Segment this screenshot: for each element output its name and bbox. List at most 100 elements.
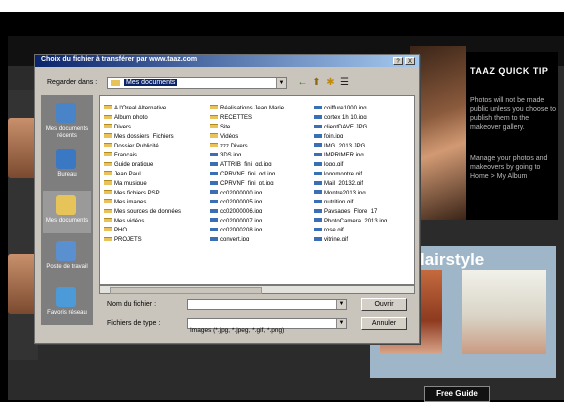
file-item[interactable]: CPRVNF_fini_gd.jpg: [210, 166, 314, 176]
file-item[interactable]: IMPRIMER.jpg: [314, 147, 418, 157]
place-network[interactable]: Favoris réseau: [43, 283, 91, 325]
file-name: convert.jpg: [220, 237, 250, 241]
file-item[interactable]: foin.jpg: [314, 128, 418, 138]
lookin-label: Regarder dans :: [47, 79, 98, 86]
dialog-title: Choix du fichier à transférer par www.ta…: [41, 56, 198, 63]
desktop-icon: [56, 149, 76, 169]
file-item[interactable]: zzz Divers: [210, 138, 314, 147]
file-item[interactable]: cc02000007.jpg: [210, 213, 314, 223]
file-item[interactable]: ATTRIB_fini_gd.jpg: [210, 156, 314, 166]
chevron-down-icon[interactable]: ▼: [336, 319, 346, 328]
place-my-computer[interactable]: Poste de travail: [43, 237, 91, 279]
file-item[interactable]: Mes images: [104, 194, 208, 204]
chevron-down-icon[interactable]: ▼: [336, 300, 346, 309]
places-bar: Mes documents récents Bureau Mes documen…: [41, 95, 93, 325]
folder-icon: [104, 236, 112, 241]
file-item[interactable]: PhotoCamera_2013.jpg: [314, 213, 418, 223]
tip-title: TAAZ QUICK TIP: [470, 66, 549, 76]
help-button[interactable]: ?: [393, 57, 403, 65]
file-item[interactable]: cc02000006.jpg: [210, 203, 314, 213]
file-column-3: coiffure1000.jpg cortex 1h 10.jpg clientDA…: [314, 100, 418, 241]
cancel-button[interactable]: Annuler: [361, 317, 407, 330]
file-item[interactable]: cc02000005.jpg: [210, 194, 314, 204]
image-file-icon: [314, 237, 322, 241]
new-folder-icon[interactable]: ✱: [325, 77, 336, 88]
file-item[interactable]: Mes vidéos: [104, 213, 208, 223]
file-item[interactable]: clientDAVE.JPG: [314, 119, 418, 129]
file-item[interactable]: Ma musique: [104, 175, 208, 185]
folder-icon: [111, 80, 120, 86]
place-label: Favoris réseau: [47, 310, 87, 316]
place-label: Bureau: [57, 172, 77, 178]
filename-input[interactable]: ▼: [187, 299, 347, 310]
filename-label: Nom du fichier :: [107, 301, 157, 308]
dialog-titlebar[interactable]: Choix du fichier à transférer par www.ta…: [35, 55, 419, 67]
my-documents-icon: [56, 195, 76, 215]
file-item[interactable]: Mes fichiers PSP: [104, 185, 208, 194]
file-item[interactable]: nutrition.gif: [314, 194, 418, 204]
file-item[interactable]: cortex 1h 10.jpg: [314, 109, 418, 119]
file-item[interactable]: CPRVNF_fini_pt.jpg: [210, 175, 314, 185]
my-computer-icon: [56, 241, 76, 261]
quick-tip-box: TAAZ QUICK TIP Photos will not be made p…: [466, 52, 558, 220]
file-item[interactable]: rose.gif: [314, 222, 418, 232]
browser-top-strip: [0, 0, 564, 12]
file-item[interactable]: Réalisations Jean Marie: [210, 100, 314, 110]
file-item[interactable]: Jean Paul: [104, 166, 208, 176]
place-my-documents[interactable]: Mes documents: [43, 191, 91, 233]
views-menu-icon[interactable]: ☰: [339, 77, 350, 88]
file-item[interactable]: convert.jpg: [210, 231, 314, 241]
tip-paragraph-2: Manage your photos and makeovers by goin…: [470, 155, 548, 180]
place-label: Mes documents récents: [45, 126, 89, 139]
tip-paragraph-1: Photos will not be made public unless yo…: [470, 97, 556, 131]
file-item[interactable]: Mes dossiers_Fichiers: [104, 128, 208, 138]
file-column-2: Réalisations Jean Marie RECETTES Site Vidéo…: [210, 100, 314, 241]
file-item[interactable]: Guide pratique: [104, 156, 208, 166]
file-item[interactable]: vitrine.gif: [314, 231, 418, 241]
file-column-1: A l'Oreal Alternative Album photo Divers Me…: [104, 100, 208, 241]
scrollbar-thumb[interactable]: [110, 287, 262, 294]
filetype-label: Fichiers de type :: [107, 320, 161, 327]
recent-docs-icon: [56, 103, 76, 123]
hairstyle-photo-blonde[interactable]: [462, 270, 546, 354]
open-button[interactable]: Ouvrir: [361, 298, 407, 311]
file-item[interactable]: 3DS.jpg: [210, 147, 314, 157]
file-item[interactable]: Paysages_Flore_17: [314, 203, 418, 213]
file-item[interactable]: A l'Oreal Alternative: [104, 100, 208, 110]
place-recent[interactable]: Mes documents récents: [43, 99, 91, 141]
file-item[interactable]: Album photo: [104, 109, 208, 119]
file-item[interactable]: Dossier Publicité: [104, 138, 208, 147]
file-item[interactable]: PROJETS: [104, 231, 208, 241]
file-item[interactable]: cc02000000.jpg: [210, 185, 314, 194]
file-item[interactable]: Mes sources de données: [104, 203, 208, 213]
chevron-down-icon[interactable]: ▼: [276, 78, 286, 88]
place-label: Poste de travail: [46, 264, 88, 270]
file-item[interactable]: IMG_2013.JPG: [314, 138, 418, 147]
file-item[interactable]: Mail_20132.gif: [314, 175, 418, 185]
file-item[interactable]: Divers: [104, 119, 208, 129]
filetype-value: Images (*.jpg, *.jpeg, *.gif, *.png): [190, 327, 285, 334]
file-item[interactable]: Français: [104, 147, 208, 157]
file-item[interactable]: coiffure1000.jpg: [314, 100, 418, 110]
lookin-select[interactable]: Mes documents ▼: [107, 77, 287, 89]
close-button[interactable]: X: [405, 57, 415, 65]
file-item[interactable]: logomontre.gif: [314, 166, 418, 176]
file-name: vitrine.gif: [324, 237, 349, 241]
file-item[interactable]: Vidéos: [210, 128, 314, 138]
horizontal-scrollbar[interactable]: [99, 285, 415, 294]
back-icon[interactable]: ←: [297, 77, 308, 88]
place-desktop[interactable]: Bureau: [43, 145, 91, 187]
lookin-value: Mes documents: [124, 79, 178, 86]
file-item[interactable]: logo.gif: [314, 156, 418, 166]
network-icon: [56, 287, 76, 307]
file-item[interactable]: RECETTES: [210, 109, 314, 119]
file-item[interactable]: Site: [210, 119, 314, 129]
file-name: PROJETS: [114, 237, 142, 241]
file-item[interactable]: cc02000208.jpg: [210, 222, 314, 232]
filetype-select[interactable]: Images (*.jpg, *.jpeg, *.gif, *.png) ▼: [187, 318, 347, 334]
file-item[interactable]: PHO: [104, 222, 208, 232]
up-folder-icon[interactable]: ⬆: [311, 77, 322, 88]
file-item[interactable]: Montre2013.jpg: [314, 185, 418, 194]
filename-value: [188, 308, 190, 315]
file-list[interactable]: A l'Oreal Alternative Album photo Divers Me…: [99, 95, 415, 285]
